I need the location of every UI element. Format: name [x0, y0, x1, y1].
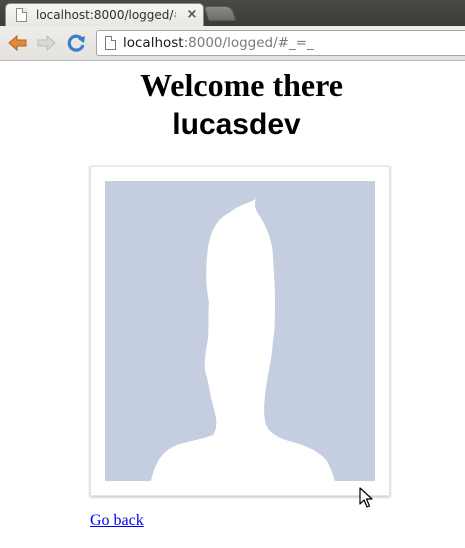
back-button[interactable] — [6, 31, 30, 55]
avatar-card — [90, 166, 390, 496]
forward-arrow-icon — [37, 34, 56, 52]
browser-toolbar: localhost:8000/logged/#_=_ — [0, 26, 465, 61]
new-tab-button[interactable] — [203, 6, 237, 21]
avatar — [105, 181, 375, 481]
close-icon[interactable]: × — [185, 7, 199, 23]
page-icon — [105, 36, 116, 50]
url-path: :8000/logged/#_=_ — [183, 35, 314, 51]
address-bar[interactable]: localhost:8000/logged/#_=_ — [96, 30, 465, 56]
mouse-pointer-icon — [359, 487, 373, 508]
default-profile-silhouette-icon — [151, 199, 335, 481]
go-back-link[interactable]: Go back — [90, 511, 144, 531]
reload-button[interactable] — [64, 31, 88, 55]
url-text[interactable]: localhost:8000/logged/#_=_ — [123, 35, 314, 52]
browser-tab[interactable]: localhost:8000/logged/#_ × — [5, 3, 204, 26]
tab-strip: localhost:8000/logged/#_ × — [0, 0, 465, 26]
welcome-heading: Welcome there — [140, 67, 343, 103]
url-host: localhost — [123, 35, 184, 51]
username: lucasdev — [172, 108, 301, 141]
back-arrow-icon — [8, 34, 27, 52]
forward-button[interactable] — [34, 31, 58, 55]
page-icon — [16, 8, 27, 22]
reload-icon — [67, 34, 85, 52]
tab-title: localhost:8000/logged/#_ — [36, 8, 176, 22]
